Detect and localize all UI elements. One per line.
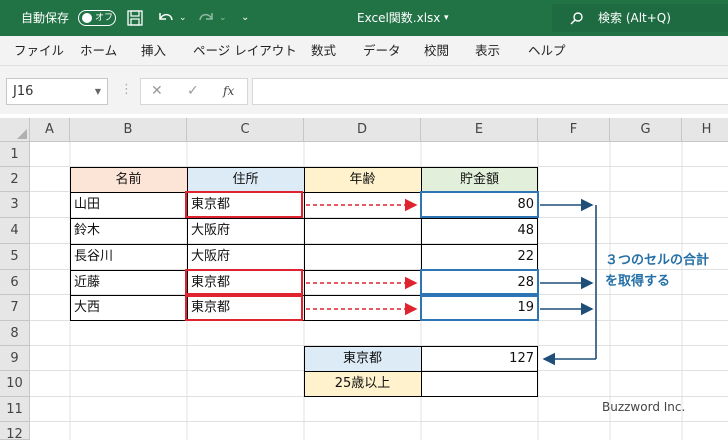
- footnote-credit: Buzzword Inc.: [602, 400, 686, 414]
- red-dashed-arrows: [306, 198, 418, 316]
- blue-highlight-boxes: [420, 191, 539, 321]
- table-overlay: [70, 167, 597, 397]
- table-borders: [70, 167, 538, 397]
- annotation-text: ３つのセルの合計 を取得する: [605, 253, 710, 289]
- red-highlight-boxes: [185, 191, 303, 321]
- blue-arrows: [540, 198, 597, 366]
